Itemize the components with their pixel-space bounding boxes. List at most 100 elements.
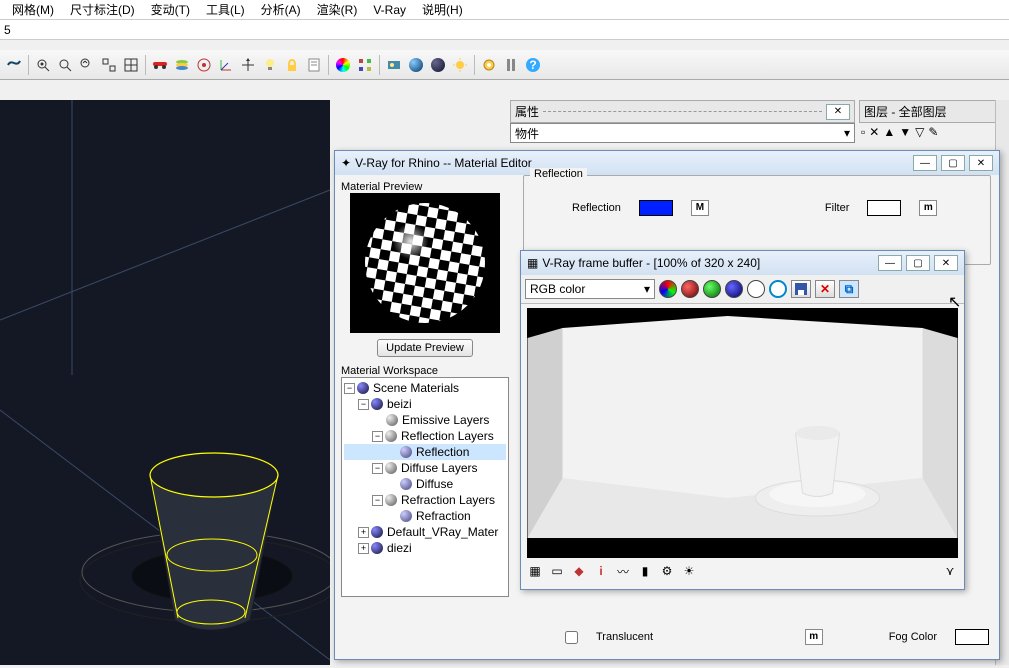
light-bulb-icon[interactable] — [260, 55, 280, 75]
render-icon[interactable] — [384, 55, 404, 75]
object-type-value: 物件 — [515, 125, 539, 142]
layers-title: 图层 - 全部图层 — [864, 103, 947, 120]
reflection-map-button[interactable]: M — [691, 200, 709, 216]
pan-icon[interactable] — [99, 55, 119, 75]
clear-image-button[interactable]: ✕ — [815, 280, 835, 298]
tree-scene-materials[interactable]: −Scene Materials — [344, 380, 506, 396]
frame-buffer-window: ▦ V-Ray frame buffer - [100% of 320 x 24… — [520, 250, 965, 590]
material-editor-title: V-Ray for Rhino -- Material Editor — [355, 156, 532, 170]
mono-channel-icon[interactable] — [769, 280, 787, 298]
reflection-label: Reflection — [572, 202, 621, 214]
translucent-map-button[interactable]: m — [805, 629, 823, 645]
fb-curve-icon[interactable]: 〰 — [615, 564, 631, 578]
red-channel-icon[interactable] — [681, 280, 699, 298]
tree-reflection[interactable]: Reflection — [344, 444, 506, 460]
reflection-color-swatch[interactable] — [639, 200, 673, 216]
lock-icon[interactable] — [282, 55, 302, 75]
new-layer-icon[interactable]: ▫ — [861, 125, 865, 139]
menu-render[interactable]: 渲染(R) — [309, 1, 366, 18]
layer-up-icon[interactable]: ▲ — [883, 125, 895, 139]
layer-tool-icon[interactable]: ✎ — [928, 125, 938, 139]
delete-layer-icon[interactable]: ✕ — [869, 125, 879, 139]
update-preview-button[interactable]: Update Preview — [377, 339, 473, 357]
help-icon[interactable]: ? — [523, 55, 543, 75]
fb-grid-icon[interactable]: ▦ — [527, 564, 543, 578]
filter-icon[interactable]: ▽ — [915, 125, 924, 139]
fb-icon: ▦ — [527, 256, 538, 270]
menu-dimension[interactable]: 尺寸标注(D) — [62, 1, 143, 18]
command-bar[interactable]: 5 — [0, 20, 1009, 40]
tree-diezi[interactable]: +diezi — [344, 540, 506, 556]
main-toolbar: ? — [0, 50, 1009, 80]
link-icon[interactable] — [4, 55, 24, 75]
material-workspace-label: Material Workspace — [341, 365, 509, 377]
tree-emissive-layers[interactable]: Emissive Layers — [344, 412, 506, 428]
channel-dropdown[interactable]: RGB color — [525, 279, 655, 299]
green-channel-icon[interactable] — [703, 280, 721, 298]
tree-refraction[interactable]: Refraction — [344, 508, 506, 524]
categories-icon[interactable] — [355, 55, 375, 75]
tree-refraction-layers[interactable]: −Refraction Layers — [344, 492, 506, 508]
maximize-button[interactable]: ▢ — [941, 155, 965, 171]
fb-expand-icon[interactable]: ⋎ — [942, 564, 958, 578]
fb-gear-icon[interactable]: ⚙ — [659, 564, 675, 578]
car-icon[interactable] — [150, 55, 170, 75]
frame-buffer-titlebar[interactable]: ▦ V-Ray frame buffer - [100% of 320 x 24… — [521, 251, 964, 275]
tree-reflection-layers[interactable]: −Reflection Layers — [344, 428, 506, 444]
four-view-icon[interactable] — [121, 55, 141, 75]
layers-toolbar: ▫ ✕ ▲ ▼ ▽ ✎ — [859, 123, 1009, 141]
move-icon[interactable] — [238, 55, 258, 75]
fb-minimize-button[interactable]: — — [878, 255, 902, 271]
fb-window-icon[interactable]: ▭ — [549, 564, 565, 578]
minimize-button[interactable]: — — [913, 155, 937, 171]
fb-info-icon[interactable]: i — [593, 564, 609, 578]
fb-sun-icon[interactable]: ☀ — [681, 564, 697, 578]
clone-button[interactable]: ⧉ — [839, 280, 859, 298]
color-wheel-icon[interactable] — [333, 55, 353, 75]
menu-analyze[interactable]: 分析(A) — [253, 1, 309, 18]
object-type-dropdown[interactable]: 物件 — [510, 123, 855, 143]
axes-icon[interactable] — [216, 55, 236, 75]
sphere-dark-icon[interactable] — [428, 55, 448, 75]
alpha-channel-icon[interactable] — [747, 280, 765, 298]
material-tree[interactable]: −Scene Materials −beizi Emissive Layers … — [341, 377, 509, 597]
close-button[interactable]: ✕ — [969, 155, 993, 171]
document-icon[interactable] — [304, 55, 324, 75]
layer-down-icon[interactable]: ▼ — [899, 125, 911, 139]
filter-map-button[interactable]: m — [919, 200, 937, 216]
target-icon[interactable] — [194, 55, 214, 75]
fb-close-button[interactable]: ✕ — [934, 255, 958, 271]
menu-tools[interactable]: 工具(L) — [198, 1, 253, 18]
fog-color-swatch[interactable] — [955, 629, 989, 645]
sphere-blue-icon[interactable] — [406, 55, 426, 75]
menu-vray[interactable]: V-Ray — [365, 3, 414, 17]
layers-stack-icon[interactable] — [172, 55, 192, 75]
material-editor-titlebar[interactable]: ✦ V-Ray for Rhino -- Material Editor — ▢… — [335, 151, 999, 175]
tree-beizi[interactable]: −beizi — [344, 396, 506, 412]
render-output[interactable] — [527, 308, 958, 558]
gear-yellow-icon[interactable] — [479, 55, 499, 75]
filter-color-swatch[interactable] — [867, 200, 901, 216]
tree-default-vray[interactable]: +Default_VRay_Mater — [344, 524, 506, 540]
menu-help[interactable]: 说明(H) — [414, 1, 471, 18]
properties-panel-header: 属性 ✕ — [510, 100, 855, 123]
tree-diffuse[interactable]: Diffuse — [344, 476, 506, 492]
zoom-selected-icon[interactable] — [33, 55, 53, 75]
fb-rgb-icon[interactable]: ◆ — [571, 564, 587, 578]
rgb-channel-icon[interactable] — [659, 280, 677, 298]
zoom-window-icon[interactable] — [77, 55, 97, 75]
blue-channel-icon[interactable] — [725, 280, 743, 298]
tool-wrench-icon[interactable] — [501, 55, 521, 75]
fb-levels-icon[interactable]: ▮ — [637, 564, 653, 578]
translucent-checkbox[interactable] — [565, 631, 578, 644]
material-preview — [350, 193, 500, 333]
perspective-viewport[interactable] — [0, 100, 330, 665]
fb-maximize-button[interactable]: ▢ — [906, 255, 930, 271]
tree-diffuse-layers[interactable]: −Diffuse Layers — [344, 460, 506, 476]
properties-close-icon[interactable]: ✕ — [826, 104, 850, 120]
sun-icon[interactable] — [450, 55, 470, 75]
menu-transform[interactable]: 变动(T) — [143, 1, 198, 18]
zoom-extents-icon[interactable] — [55, 55, 75, 75]
save-image-button[interactable] — [791, 280, 811, 298]
menu-mesh[interactable]: 网格(M) — [4, 1, 62, 18]
